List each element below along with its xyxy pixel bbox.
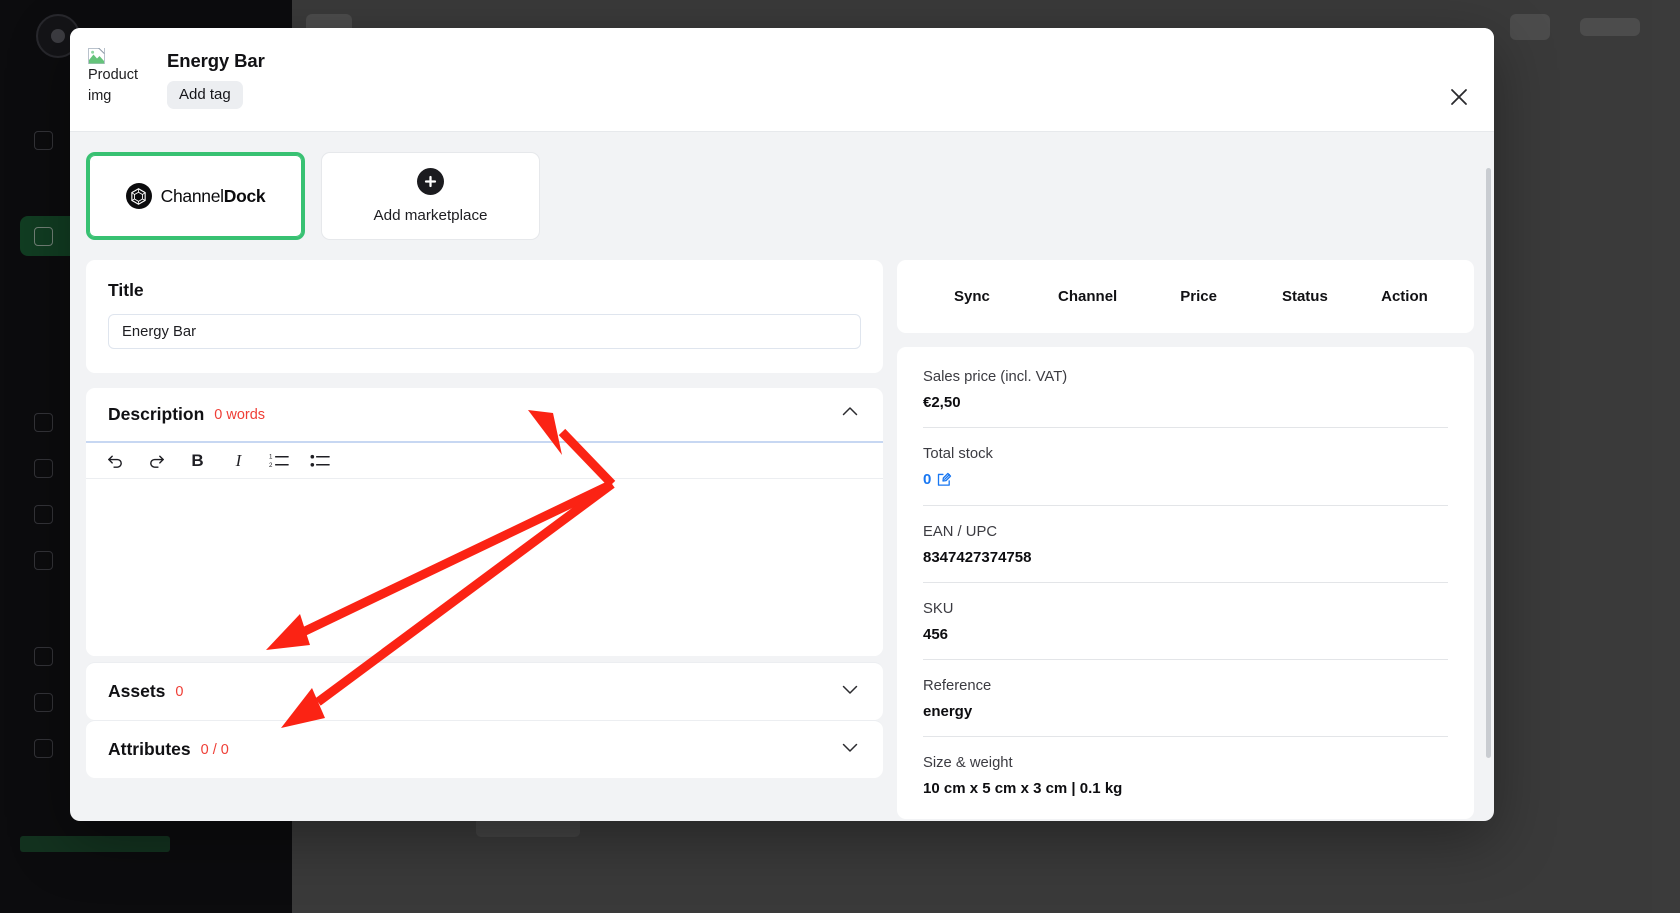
modal-body: Title Description 0 words [70, 240, 1494, 819]
column-header-channel: Channel [1058, 288, 1118, 305]
modal-scrollbar[interactable] [1486, 168, 1491, 758]
left-column: Title Description 0 words [86, 260, 883, 819]
marketplace-selector: ChannelDock Add marketplace [70, 132, 1494, 240]
detail-value: €2,50 [923, 394, 961, 411]
bullet-list-icon[interactable] [309, 449, 332, 472]
column-header-price: Price [1180, 288, 1217, 305]
plus-icon [417, 168, 444, 195]
title-field-label: Title [108, 280, 144, 300]
right-column: Sync Channel Price Status Action Sales p… [897, 260, 1474, 819]
attributes-title: Attributes [108, 739, 191, 759]
sync-table-card: Sync Channel Price Status Action [897, 260, 1474, 333]
description-word-count: 0 words [214, 406, 266, 423]
chevron-up-icon[interactable] [839, 401, 861, 428]
description-section-header[interactable]: Description 0 words [86, 388, 883, 441]
detail-row-sku: SKU 456 [923, 583, 1448, 660]
add-marketplace-card[interactable]: Add marketplace [321, 152, 540, 240]
attributes-card: Attributes 0 / 0 [86, 720, 883, 778]
ordered-list-icon[interactable]: 1 2 [268, 449, 291, 472]
column-header-status: Status [1281, 288, 1328, 305]
bold-icon[interactable]: B [186, 449, 209, 472]
close-icon[interactable] [1446, 84, 1472, 110]
title-input[interactable] [108, 314, 861, 349]
detail-label: Total stock [923, 446, 993, 462]
assets-card: Assets 0 [86, 662, 883, 720]
detail-label: SKU [923, 601, 954, 617]
detail-row-reference: Reference energy [923, 660, 1448, 737]
description-card: Description 0 words B I 1 2 [86, 388, 883, 656]
channeldock-logo: ChannelDock [125, 183, 266, 209]
detail-label: Sales price (incl. VAT) [923, 369, 1068, 385]
sync-table-header: Sync Channel Price Status Action [897, 260, 1474, 333]
modal-title-block: Energy Bar Add tag [167, 50, 265, 109]
undo-icon[interactable] [104, 449, 127, 472]
detail-value: 8347427374758 [923, 549, 1032, 566]
page-title: Energy Bar [167, 50, 265, 71]
column-header-action: Action [1381, 288, 1428, 305]
add-marketplace-label: Add marketplace [373, 207, 488, 224]
chevron-down-icon[interactable] [839, 736, 861, 763]
product-thumbnail-alt-text: Product img [88, 67, 138, 104]
modal-header: Product img Energy Bar Add tag [70, 28, 1494, 132]
description-title: Description [108, 404, 205, 424]
column-header-sync: Sync [953, 288, 990, 305]
product-details-card: Sales price (incl. VAT) €2,50 Total stoc… [897, 347, 1474, 819]
detail-label: Size & weight [923, 755, 1013, 771]
detail-value: 456 [923, 626, 949, 643]
detail-row-total-stock: Total stock 0 [923, 428, 1448, 506]
svg-text:2: 2 [269, 462, 273, 469]
product-detail-modal: Product img Energy Bar Add tag ChannelDo… [70, 28, 1494, 821]
broken-image-icon [88, 48, 105, 64]
detail-value: 10 cm x 5 cm x 3 cm | 0.1 kg [923, 780, 1123, 797]
channeldock-wordmark: ChannelDock [161, 186, 266, 207]
italic-icon[interactable]: I [227, 449, 250, 472]
assets-count: 0 [175, 683, 184, 700]
assets-section-header[interactable]: Assets 0 [86, 663, 883, 720]
detail-value: energy [923, 703, 973, 720]
edit-icon[interactable] [937, 472, 952, 487]
assets-title: Assets [108, 681, 166, 701]
detail-row-sales-price: Sales price (incl. VAT) €2,50 [923, 351, 1448, 428]
description-editor-toolbar: B I 1 2 [86, 441, 883, 479]
svg-text:1: 1 [269, 454, 273, 461]
detail-label: EAN / UPC [923, 524, 997, 540]
marketplace-card-channeldock[interactable]: ChannelDock [86, 152, 305, 240]
redo-icon[interactable] [145, 449, 168, 472]
detail-value: 0 [923, 471, 932, 488]
channeldock-mark-icon [125, 183, 152, 209]
total-stock-value[interactable]: 0 [923, 471, 952, 488]
detail-row-size-weight: Size & weight 10 cm x 5 cm x 3 cm | 0.1 … [923, 737, 1448, 813]
title-card: Title [86, 260, 883, 373]
attributes-count: 0 / 0 [200, 741, 229, 758]
description-editor-area[interactable] [86, 479, 883, 656]
product-thumbnail: Product img [88, 48, 150, 107]
chevron-down-icon[interactable] [839, 678, 861, 705]
attributes-section-header[interactable]: Attributes 0 / 0 [86, 721, 883, 778]
add-tag-button[interactable]: Add tag [167, 81, 243, 109]
channeldock-name-bold: Dock [223, 185, 266, 206]
detail-label: Reference [923, 678, 992, 694]
channeldock-name-light: Channel [160, 185, 224, 206]
detail-row-ean-upc: EAN / UPC 8347427374758 [923, 506, 1448, 583]
